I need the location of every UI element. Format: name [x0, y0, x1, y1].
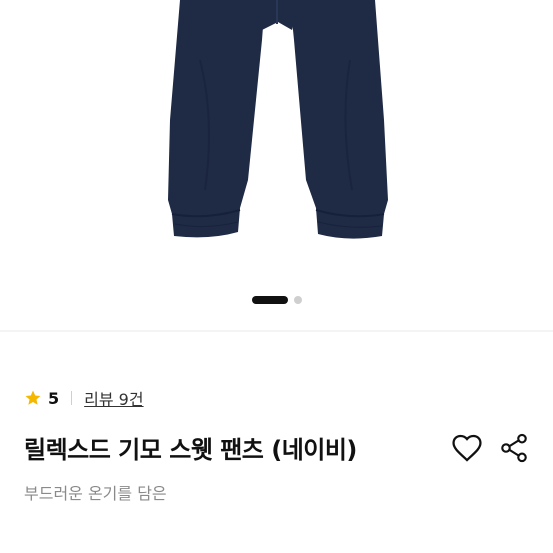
reviews-link[interactable]: 리뷰 9건 [84, 386, 143, 410]
carousel-dot[interactable] [293, 296, 302, 304]
carousel-dot-active[interactable] [251, 296, 288, 304]
rating-separator [71, 391, 73, 405]
product-subtitle: 부드러운 온기를 담은 [24, 484, 167, 503]
divider [0, 330, 553, 332]
share-icon[interactable] [498, 432, 530, 464]
carousel-indicator[interactable] [0, 296, 553, 304]
pants-image [168, 0, 388, 239]
rating-row: 5 리뷰 9건 [24, 387, 144, 409]
heart-icon[interactable] [450, 431, 484, 465]
product-title: 릴렉스드 기모 스웻 팬츠 (네이비) [24, 436, 357, 464]
star-icon [25, 390, 41, 405]
rating-score: 5 [48, 388, 60, 408]
product-image[interactable] [0, 0, 553, 330]
